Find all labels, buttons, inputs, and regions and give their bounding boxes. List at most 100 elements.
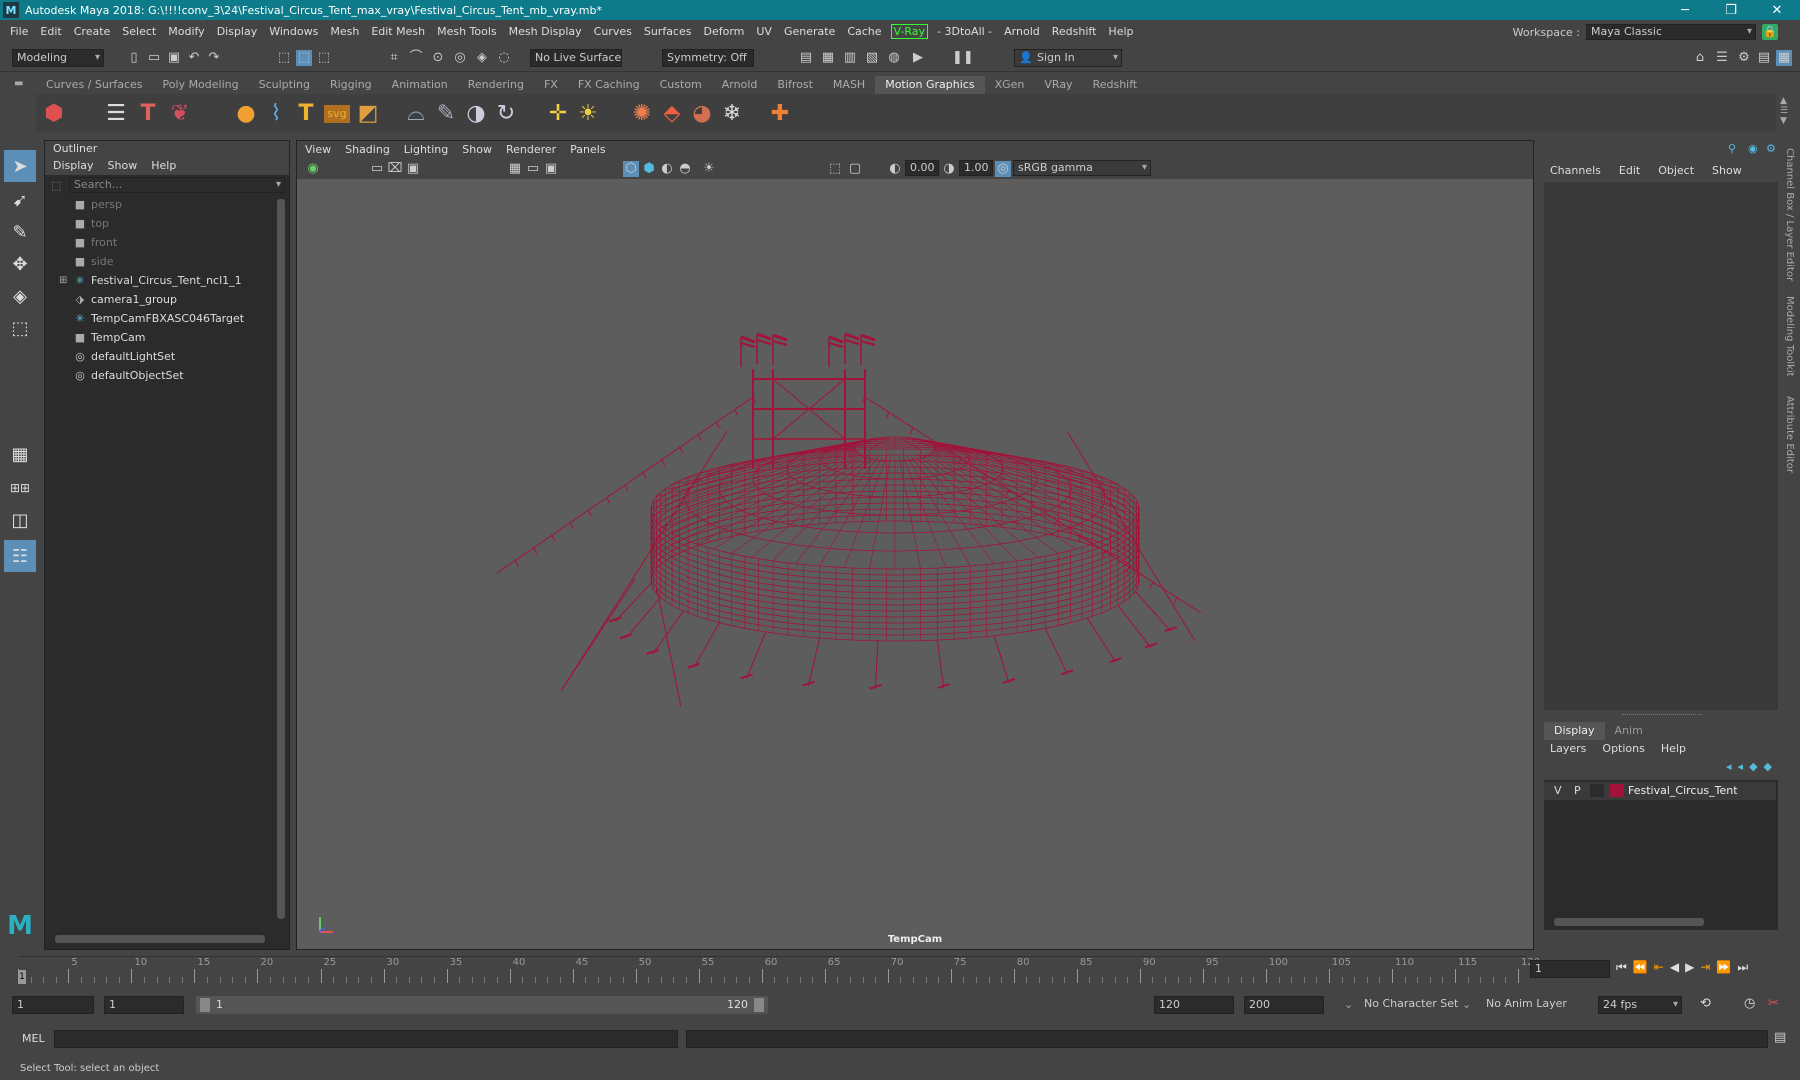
image-plane-icon[interactable]: ▣ xyxy=(405,161,421,177)
layer-menu-help[interactable]: Help xyxy=(1661,740,1686,758)
layer-menu-layers[interactable]: Layers xyxy=(1550,740,1586,758)
minimize-button[interactable]: ─ xyxy=(1662,0,1708,20)
character-set-field[interactable]: No Character Set xyxy=(1360,996,1472,1014)
expand-icon[interactable]: ⊞ xyxy=(59,275,73,286)
select-hierarchy-icon[interactable]: ⬚ xyxy=(276,50,292,66)
rotate-loop-icon[interactable]: ↻ xyxy=(492,100,520,128)
menu-display[interactable]: Display xyxy=(211,25,264,38)
gamma-icon[interactable]: ◑ xyxy=(941,161,957,177)
gamma-field[interactable]: 1.00 xyxy=(959,160,993,176)
loop-icon[interactable]: ⟲ xyxy=(1700,996,1711,1011)
undo-icon[interactable]: ↶ xyxy=(186,50,202,66)
shelf-tab-mash[interactable]: MASH xyxy=(823,76,875,94)
filter-icon[interactable]: ⬚ xyxy=(51,179,61,192)
four-view-icon[interactable]: ⊞⊞ xyxy=(4,472,36,504)
viewport-menu-shading[interactable]: Shading xyxy=(345,141,390,159)
shelf-tab-poly-modeling[interactable]: Poly Modeling xyxy=(153,76,249,94)
script-language-toggle[interactable]: MEL xyxy=(22,1032,45,1045)
anim-prefs-icon[interactable]: ✂ xyxy=(1768,996,1779,1011)
range-start-handle[interactable] xyxy=(200,998,210,1012)
shelf-tab-redshift[interactable]: Redshift xyxy=(1083,76,1148,94)
camera-attributes-icon[interactable]: ▭ xyxy=(369,161,385,177)
viewport-menu-lighting[interactable]: Lighting xyxy=(404,141,448,159)
layer-hscrollbar[interactable] xyxy=(1554,918,1704,926)
shelf-tab-arnold[interactable]: Arnold xyxy=(712,76,768,94)
shelf-tab-vray[interactable]: VRay xyxy=(1034,76,1082,94)
outliner-scrollbar[interactable] xyxy=(277,199,285,919)
menu-edit[interactable]: Edit xyxy=(34,25,67,38)
menu-help[interactable]: Help xyxy=(1102,25,1139,38)
ipr-render-icon[interactable]: ▥ xyxy=(842,50,858,66)
step-back-frame-icon[interactable]: ⇤ xyxy=(1654,960,1664,975)
character-set-icon[interactable]: ⌄ xyxy=(1344,998,1353,1011)
shelf-tab-fx[interactable]: FX xyxy=(534,76,568,94)
menu-curves[interactable]: Curves xyxy=(588,25,638,38)
side-tab-modeling-toolkit[interactable]: Modeling Toolkit xyxy=(1784,296,1795,377)
save-scene-icon[interactable]: ▣ xyxy=(166,50,182,66)
outliner-layout-icon[interactable]: ☷ xyxy=(4,540,36,572)
menu-mesh[interactable]: Mesh xyxy=(324,25,365,38)
shelf-tab-animation[interactable]: Animation xyxy=(382,76,458,94)
animation-start-field[interactable]: 1 xyxy=(12,996,94,1014)
resolution-gate-icon[interactable]: ▣ xyxy=(543,161,559,177)
close-button[interactable]: ✕ xyxy=(1754,0,1800,20)
viewport-menu-panels[interactable]: Panels xyxy=(570,141,605,159)
shelf-scroll-icon[interactable]: ▲ ☰ ▼ xyxy=(1780,96,1788,126)
menu-uv[interactable]: UV xyxy=(750,25,778,38)
menu-v-ray[interactable]: V-Ray xyxy=(890,23,929,39)
menu-surfaces[interactable]: Surfaces xyxy=(638,25,698,38)
camera-select-icon[interactable]: ◉ xyxy=(305,161,321,177)
isolate-select-icon[interactable]: ⬚ xyxy=(827,161,843,177)
grid-toggle-icon[interactable]: ▦ xyxy=(507,161,523,177)
outliner-item[interactable]: ■ front xyxy=(59,233,289,252)
layer-color-swatch[interactable] xyxy=(1610,784,1624,797)
workspace-dropdown[interactable]: Maya Classic xyxy=(1586,24,1756,40)
step-forward-frame-icon[interactable]: ⇥ xyxy=(1700,960,1710,975)
move-layer-up-icon[interactable]: ◂ xyxy=(1726,760,1732,773)
layer-playback-toggle[interactable]: P xyxy=(1574,784,1581,797)
snap-vertex-icon[interactable]: ◌ xyxy=(496,50,512,66)
go-to-end-icon[interactable]: ⏭ xyxy=(1737,960,1748,975)
play-forwards-icon[interactable]: ▶ xyxy=(1685,960,1694,975)
outliner-item[interactable]: ◎ defaultObjectSet xyxy=(59,366,289,385)
open-scene-icon[interactable]: ▭ xyxy=(146,50,162,66)
hypershade-icon[interactable]: ◍ xyxy=(886,50,902,66)
xray-icon[interactable]: ▢ xyxy=(847,161,863,177)
channel-menu-object[interactable]: Object xyxy=(1658,162,1694,180)
menu-edit-mesh[interactable]: Edit Mesh xyxy=(365,25,431,38)
rotate-tool-icon[interactable]: ◈ xyxy=(4,280,36,312)
menu-deform[interactable]: Deform xyxy=(697,25,750,38)
select-component-icon[interactable]: ⬚ xyxy=(316,50,332,66)
range-bar[interactable]: 1 120 xyxy=(196,996,768,1014)
menu-3dtoall[interactable]: - 3DtoAll - xyxy=(931,25,998,38)
wireframe-on-shaded-icon[interactable]: ◐ xyxy=(659,161,675,177)
particle-gear-icon[interactable]: ✺ xyxy=(628,100,656,128)
deform-bend-icon[interactable]: ⌓ xyxy=(402,100,430,128)
layer-row[interactable]: V P Festival_Circus_Tent xyxy=(1544,782,1776,800)
outliner-menu-display[interactable]: Display xyxy=(53,157,94,175)
tshirt-icon[interactable]: ⬘ xyxy=(658,100,686,128)
channel-menu-edit[interactable]: Edit xyxy=(1619,162,1640,180)
new-scene-icon[interactable]: ▯ xyxy=(126,50,142,66)
channel-settings-icon[interactable]: ⚙ xyxy=(1766,142,1776,155)
render-settings-icon[interactable]: ▧ xyxy=(864,50,880,66)
side-tab-channel-box-layer-editor[interactable]: Channel Box / Layer Editor xyxy=(1784,148,1795,281)
fps-dropdown[interactable]: 24 fps xyxy=(1598,996,1682,1014)
paint-brush-icon[interactable]: ✎ xyxy=(432,100,460,128)
snap-view-icon[interactable]: ◎ xyxy=(452,50,468,66)
lock-icon[interactable]: 🔒 xyxy=(1762,24,1778,40)
menu-create[interactable]: Create xyxy=(68,25,117,38)
layer-tab-anim[interactable]: Anim xyxy=(1605,722,1653,740)
anim-layer-icon[interactable]: ⌄ xyxy=(1462,998,1471,1011)
menu-windows[interactable]: Windows xyxy=(263,25,324,38)
two-view-icon[interactable]: ◫ xyxy=(4,504,36,536)
add-shelf-item-icon[interactable]: ✚ xyxy=(766,100,794,128)
snowflake-icon[interactable]: ❄ xyxy=(718,100,746,128)
time-slider-track[interactable]: 5 10 15 20 25 30 35 40 45 50 55 60 65 70 75 80 85 90 95 100… xyxy=(18,956,1540,984)
new-layer-selected-icon[interactable]: ◆ xyxy=(1764,760,1772,773)
go-to-start-icon[interactable]: ⏮ xyxy=(1616,960,1627,975)
shelf-tab-rendering[interactable]: Rendering xyxy=(458,76,534,94)
text-list-icon[interactable]: ☰ xyxy=(102,100,130,128)
outliner-item[interactable]: ⊞ ✳ Festival_Circus_Tent_ncl1_1 xyxy=(59,271,289,290)
outliner-item[interactable]: ✳ TempCamFBXASC046Target xyxy=(59,309,289,328)
